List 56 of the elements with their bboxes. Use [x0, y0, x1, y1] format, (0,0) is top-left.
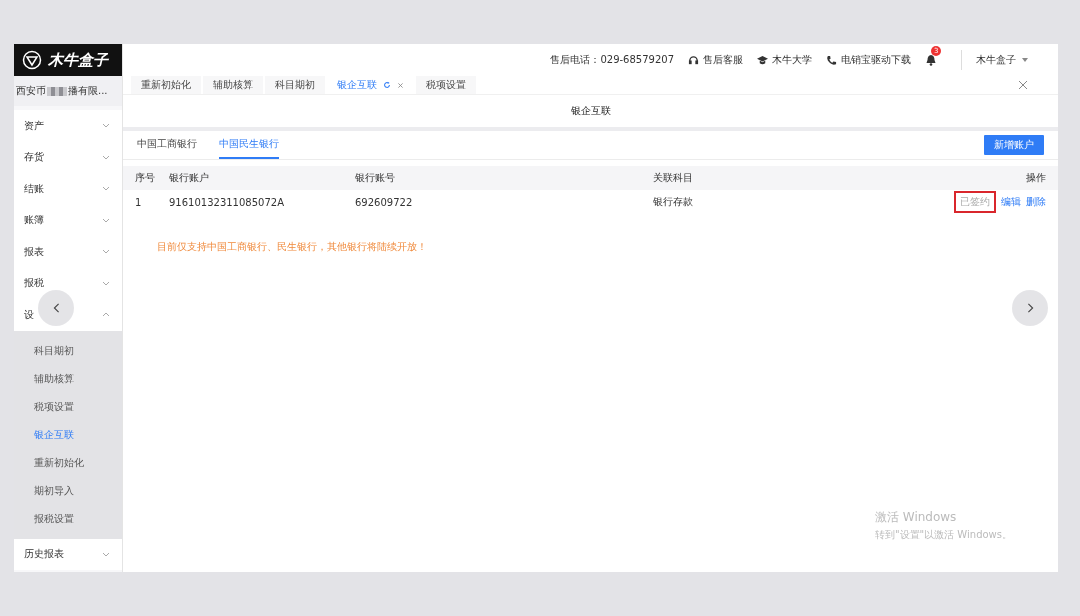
company-name: 西安币 [16, 84, 46, 98]
bank-tab[interactable]: 中国工商银行 [137, 131, 197, 159]
table-cell-text: 91610132311085072A [169, 196, 285, 208]
submenu-item[interactable]: 报税设置 [14, 504, 122, 533]
submenu-item[interactable]: 辅助核算 [14, 364, 122, 393]
logo-icon [22, 50, 42, 70]
blurred-text [47, 86, 67, 96]
header-link[interactable]: 电销宝驱动下载 [826, 53, 911, 67]
header-link[interactable]: 木牛大学 [757, 53, 812, 67]
sidebar-item[interactable]: 历史报表 [24, 547, 64, 562]
table-cell-text: 银行存款 [653, 195, 694, 209]
logo-text: 木牛盒子 [48, 50, 108, 70]
table-cell-text: 1 [135, 196, 143, 208]
close-icon[interactable] [397, 81, 404, 89]
bank-tab[interactable]: 中国民生银行 [219, 131, 279, 159]
column-header: 银行账户 [169, 171, 210, 185]
page-tab[interactable]: 辅助核算 [203, 76, 263, 94]
page-tab[interactable]: 重新初始化 [131, 76, 201, 94]
column-header: 关联科目 [653, 171, 694, 185]
hotline-text: 售后电话：029-68579207 [550, 53, 674, 67]
action-link[interactable]: 编辑 [1001, 195, 1021, 209]
phone-icon [826, 54, 837, 66]
sidebar-item[interactable]: 报税 [24, 276, 44, 291]
submenu-item[interactable]: 重新初始化 [14, 448, 122, 477]
sidebar-item[interactable]: 资产 [24, 118, 44, 133]
notice-text: 目前仅支持中国工商银行、民生银行，其他银行将陆续开放！ [156, 240, 428, 254]
sidebar-item[interactable]: 设 [24, 307, 34, 322]
graduation-cap-icon [757, 54, 768, 66]
submenu-item[interactable]: 科目期初 [14, 336, 122, 365]
sidebar-item[interactable]: 结账 [24, 181, 44, 196]
sidebar-item[interactable]: 存货 [24, 150, 44, 165]
page-tab[interactable]: 税项设置 [416, 76, 476, 94]
user-menu[interactable]: 木牛盒子 [976, 53, 1028, 67]
company-name: 播有限... [68, 84, 108, 98]
action-link[interactable]: 删除 [1026, 195, 1046, 209]
caret-icon [1022, 58, 1028, 62]
refresh-icon[interactable] [383, 81, 391, 89]
activation-title: 激活 Windows [874, 509, 958, 526]
sidebar-item[interactable]: 报表 [24, 244, 44, 259]
submenu-item[interactable]: 期初导入 [14, 476, 122, 505]
column-header: 操作 [1025, 171, 1046, 185]
chevron-right-icon [1026, 303, 1034, 313]
header-link[interactable]: 售后客服 [688, 53, 743, 67]
page-tab[interactable]: 科目期初 [265, 76, 325, 94]
close-icon[interactable] [1018, 80, 1028, 90]
submenu-item[interactable]: 税项设置 [14, 392, 122, 421]
table-cell-text: 692609722 [355, 196, 414, 208]
page-title: 银企互联 [570, 104, 611, 118]
headset-icon [688, 54, 699, 66]
column-header: 序号 [135, 171, 156, 185]
status-text: 已签约 [954, 191, 996, 213]
sidebar-item[interactable]: 账簿 [24, 213, 44, 228]
column-header: 银行账号 [355, 171, 396, 185]
bell-icon[interactable] [925, 54, 937, 66]
new-account-button[interactable]: 新增账户 [984, 135, 1044, 155]
chevron-left-icon [52, 303, 60, 313]
